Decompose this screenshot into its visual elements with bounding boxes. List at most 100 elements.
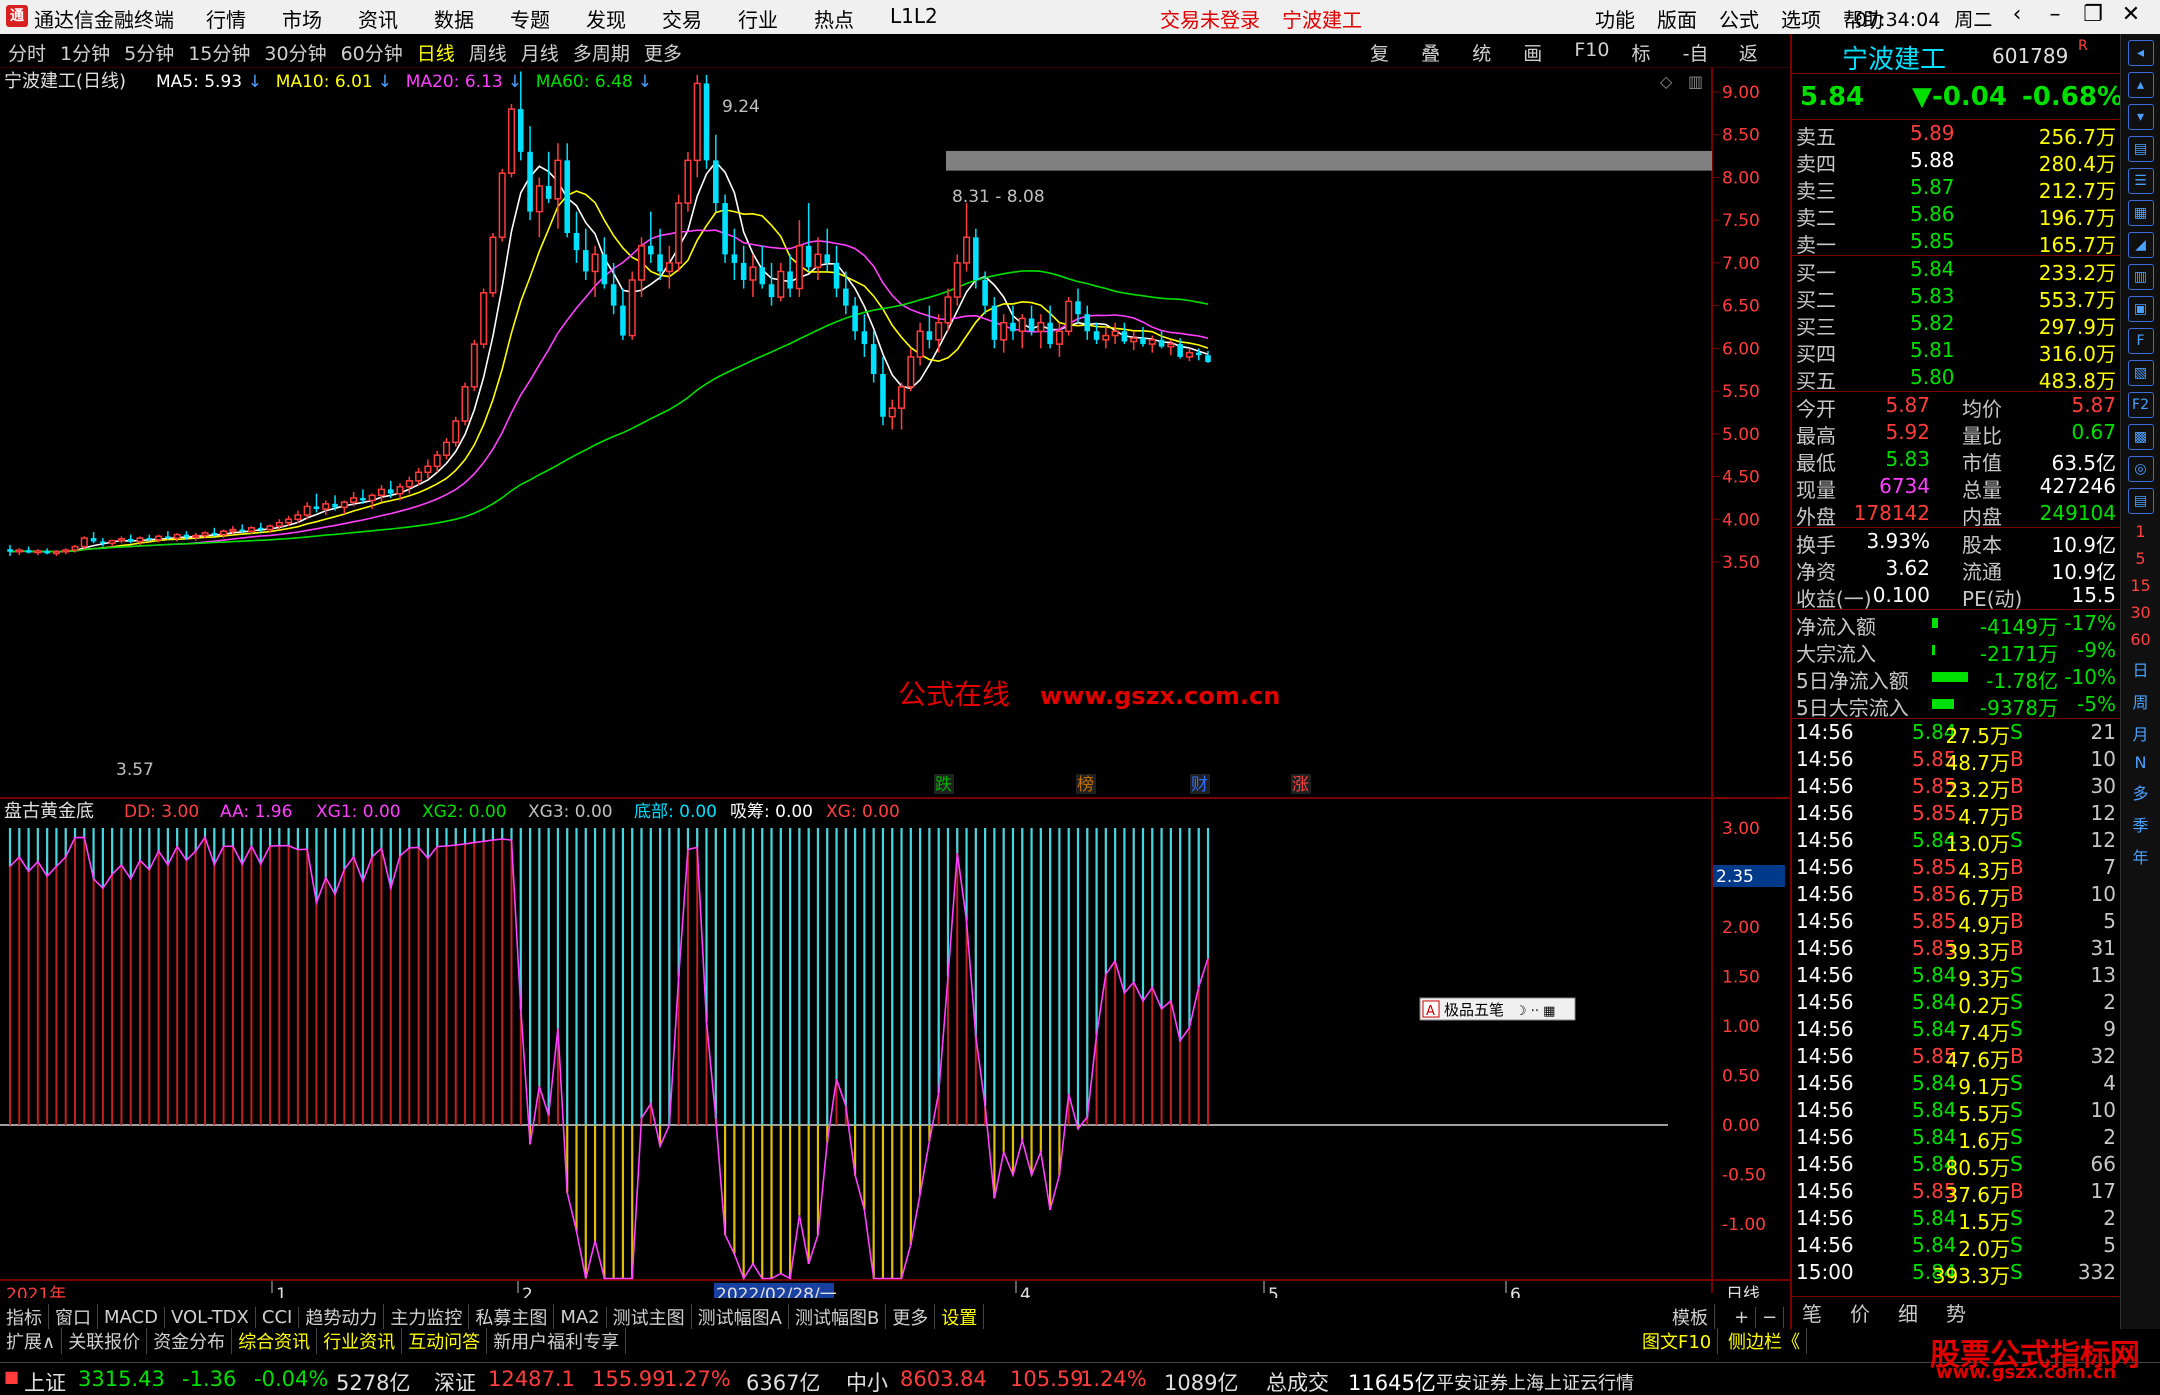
period-tab[interactable]: 多周期: [573, 39, 630, 66]
indicator-tab[interactable]: 私募主图: [469, 1304, 555, 1330]
extension-tab[interactable]: 资金分布: [147, 1328, 233, 1354]
side-tool-icon[interactable]: ◢: [2127, 232, 2154, 258]
indicator-tab[interactable]: 主力监控: [384, 1304, 470, 1330]
indicator-tab[interactable]: 窗口: [49, 1304, 98, 1330]
side-period-label[interactable]: 周: [2121, 689, 2160, 713]
side-tool-icon[interactable]: ◎: [2127, 456, 2154, 482]
indicator-tab[interactable]: MACD: [98, 1306, 165, 1328]
extension-tab[interactable]: 综合资讯: [232, 1328, 318, 1354]
side-period-label[interactable]: N: [2121, 753, 2160, 772]
sidebar-toggle[interactable]: 侧边栏《: [1722, 1328, 1807, 1354]
restore-icon[interactable]: ❐: [2074, 2, 2112, 27]
period-tab[interactable]: 月线: [521, 39, 559, 66]
side-period-label[interactable]: 30: [2121, 603, 2160, 622]
menu-item[interactable]: 公式: [1719, 4, 1759, 33]
extension-tab[interactable]: 关联报价: [62, 1328, 148, 1354]
side-period-label[interactable]: 5: [2121, 549, 2160, 568]
tick-tab[interactable]: 势: [1946, 1298, 1966, 1327]
period-tab[interactable]: 5分钟: [124, 39, 174, 66]
side-period-label[interactable]: 日: [2121, 657, 2160, 681]
event-marker[interactable]: 榜: [1077, 775, 1094, 795]
side-tool-icon[interactable]: ▩: [2127, 424, 2154, 450]
menu-item[interactable]: 市场: [282, 4, 322, 33]
trade-login-status[interactable]: 交易未登录: [1160, 4, 1260, 33]
event-marker[interactable]: 财: [1191, 775, 1208, 795]
ime-mode-icon[interactable]: ☽ ·· ▦: [1515, 1004, 1555, 1019]
menu-item[interactable]: 行业: [738, 4, 778, 33]
indicator-tab[interactable]: 测试幅图B: [789, 1304, 887, 1330]
indicator-tab[interactable]: 趋势动力: [299, 1304, 385, 1330]
menu-item[interactable]: 专题: [510, 4, 550, 33]
extension-tab[interactable]: 新用户福利专享: [487, 1328, 627, 1354]
indicator-tab[interactable]: 测试幅图A: [692, 1304, 789, 1330]
menu-item[interactable]: 选项: [1781, 4, 1821, 33]
side-tool-icon[interactable]: ▦: [2127, 200, 2154, 226]
f10-button[interactable]: 图文F10: [1636, 1328, 1719, 1354]
event-marker[interactable]: 跌: [935, 775, 952, 795]
close-icon[interactable]: ✕: [2112, 2, 2150, 27]
indicator-tab[interactable]: 更多: [886, 1304, 936, 1330]
tick-tab[interactable]: 笔: [1802, 1298, 1822, 1327]
panel-icon[interactable]: ▥: [1688, 72, 1703, 91]
period-tab[interactable]: 日线: [417, 39, 455, 66]
side-tool-icon[interactable]: ▤: [2127, 488, 2154, 514]
side-period-label[interactable]: 年: [2121, 844, 2160, 868]
side-tool-icon[interactable]: ▾: [2127, 104, 2154, 130]
indicator-tab[interactable]: 测试主图: [607, 1304, 692, 1330]
index-name[interactable]: 深证: [434, 1367, 476, 1395]
side-tool-icon[interactable]: ☰: [2127, 168, 2154, 194]
period-tab[interactable]: 更多: [644, 39, 682, 66]
menu-item[interactable]: 数据: [434, 4, 474, 33]
side-period-label[interactable]: 60: [2121, 630, 2160, 649]
indicator-tab[interactable]: 指标: [0, 1304, 49, 1330]
side-tool-icon[interactable]: ◂: [2127, 40, 2154, 66]
extension-tab[interactable]: 行业资讯: [317, 1328, 403, 1354]
zoom-out-button[interactable]: −: [1756, 1306, 1785, 1328]
period-tab[interactable]: 分时: [8, 39, 46, 66]
side-tool-icon[interactable]: F: [2127, 328, 2154, 354]
ime-toolbar[interactable]: A 极品五笔 ☽ ·· ▦: [1419, 997, 1576, 1021]
period-tab[interactable]: 1分钟: [60, 39, 110, 66]
index-name[interactable]: 上证: [24, 1367, 66, 1395]
side-tool-icon[interactable]: ▧: [2127, 360, 2154, 386]
menu-item[interactable]: 发现: [586, 4, 626, 33]
index-name[interactable]: 中小: [846, 1367, 888, 1395]
side-period-label[interactable]: 15: [2121, 576, 2160, 595]
tick-tab[interactable]: 细: [1898, 1298, 1918, 1327]
period-tab[interactable]: 30分钟: [264, 39, 326, 66]
side-tool-icon[interactable]: ▴: [2127, 72, 2154, 98]
event-marker[interactable]: 涨: [1292, 775, 1309, 795]
extension-tab[interactable]: 扩展∧: [0, 1328, 63, 1354]
tick-tab[interactable]: 价: [1850, 1298, 1870, 1327]
side-period-label[interactable]: 月: [2121, 721, 2160, 745]
menu-item[interactable]: L1L2: [890, 4, 938, 33]
menu-item[interactable]: 行情: [206, 4, 246, 33]
kline-chart-area[interactable]: 9.00 8.50 8.00 7.50 7.00 6.50 6.00 5.50 5.00 4.50…: [0, 68, 1790, 1298]
side-period-label[interactable]: 1: [2121, 522, 2160, 541]
tick-list[interactable]: 14:56 5.84 27.5万 S 21 14:56 5.85 48.7万 B 10 14:56 5…: [1792, 719, 2120, 1326]
menu-item[interactable]: 版面: [1657, 4, 1697, 33]
minimize-icon[interactable]: –: [2036, 2, 2074, 27]
indicator-tab[interactable]: MA2: [554, 1306, 607, 1328]
menu-item[interactable]: 功能: [1595, 4, 1635, 33]
period-tab[interactable]: 60分钟: [341, 39, 403, 66]
menu-item[interactable]: 资讯: [358, 4, 398, 33]
side-period-label[interactable]: 季: [2121, 812, 2160, 836]
period-tab[interactable]: 15分钟: [188, 39, 250, 66]
diamond-icon[interactable]: ◇: [1660, 72, 1673, 91]
side-tool-icon[interactable]: ▥: [2127, 264, 2154, 290]
indicator-tab[interactable]: 设置: [935, 1304, 985, 1330]
period-tab[interactable]: 周线: [469, 39, 507, 66]
zoom-in-button[interactable]: +: [1728, 1306, 1757, 1328]
side-period-label[interactable]: 多: [2121, 780, 2160, 804]
indicator-tab[interactable]: CCI: [256, 1306, 300, 1328]
side-tool-icon[interactable]: ▤: [2127, 136, 2154, 162]
side-tool-icon[interactable]: ▣: [2127, 296, 2154, 322]
side-tool-icon[interactable]: F2: [2127, 392, 2154, 418]
menu-item[interactable]: 交易: [662, 4, 702, 33]
extension-tab[interactable]: 互动问答: [402, 1328, 488, 1354]
indicator-tab[interactable]: VOL-TDX: [165, 1306, 256, 1328]
template-button[interactable]: 模板: [1666, 1304, 1715, 1330]
menu-item[interactable]: 热点: [814, 4, 854, 33]
back-icon[interactable]: ‹: [1998, 2, 2036, 27]
